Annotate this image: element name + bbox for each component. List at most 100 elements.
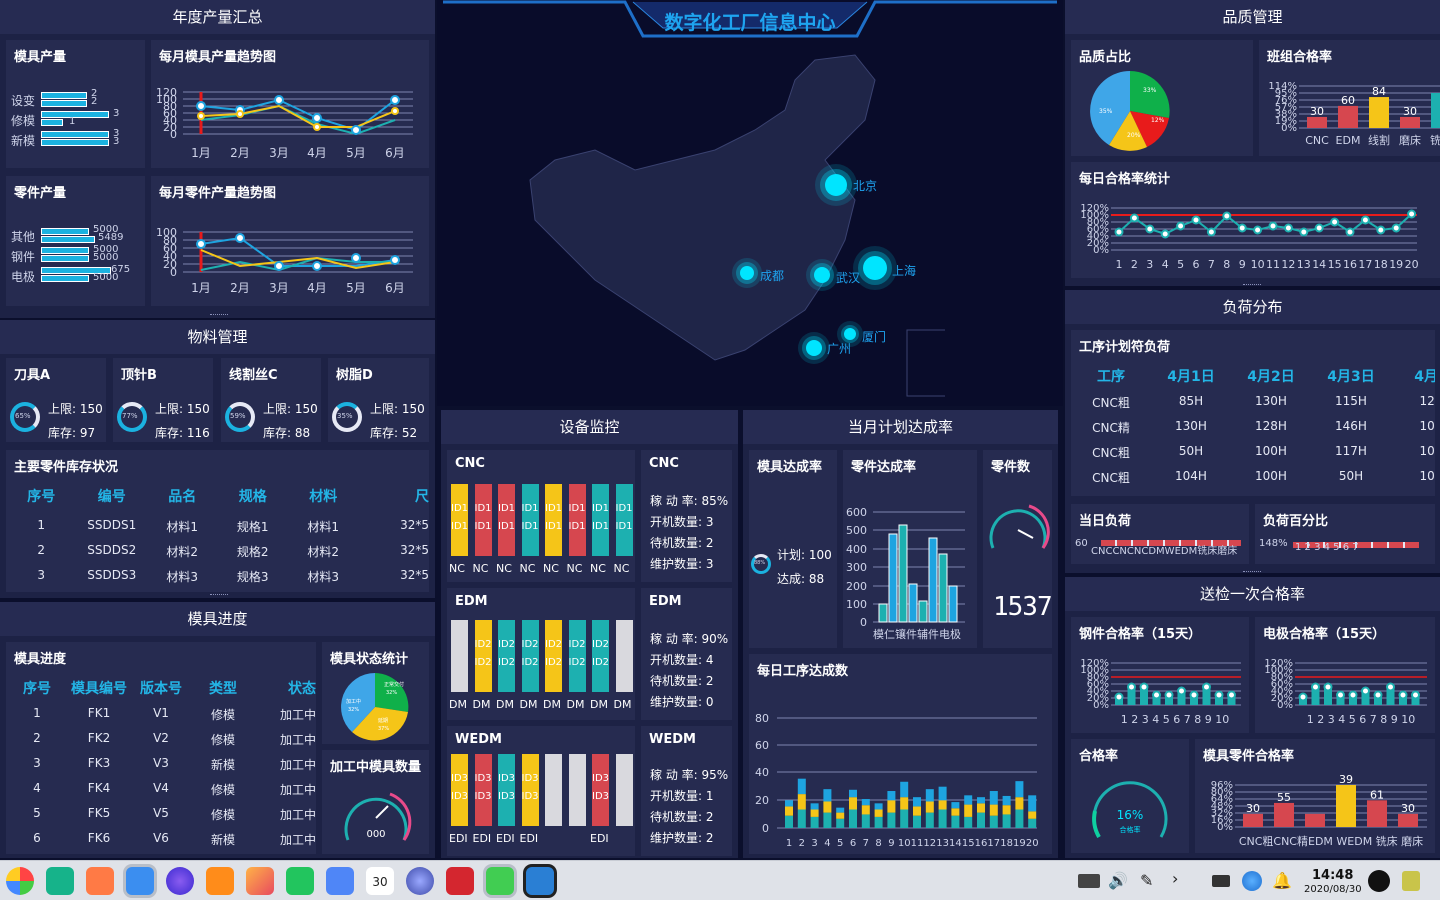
maint-count: 维护数量: 0 — [650, 695, 714, 709]
city-marker[interactable] — [863, 256, 887, 280]
device-bar[interactable]: ID3 ID3 — [451, 754, 468, 826]
stat-title: CNC — [649, 456, 679, 471]
device-bar[interactable]: ID2 ID2 — [498, 620, 515, 692]
music-icon[interactable] — [286, 867, 314, 895]
mold-output-title: 模具产量 — [14, 50, 67, 65]
material-upper: 上限: 150 — [263, 402, 318, 416]
x-ticks: CNCCNCNCDMWEDM铣床磨床 — [1091, 546, 1238, 557]
device-bar[interactable]: ID2 ID2 — [474, 620, 492, 692]
data-point — [1127, 682, 1136, 692]
device-bar[interactable] — [568, 754, 586, 826]
data-point — [1376, 225, 1386, 235]
notification-icon[interactable]: 🔔 — [1272, 871, 1292, 891]
calendar-icon[interactable]: 30 — [366, 867, 394, 895]
app-store-icon[interactable] — [86, 867, 114, 895]
table-row[interactable]: 6 FK6 V6 新模 加工中 — [6, 831, 316, 848]
file-manager-icon[interactable] — [126, 867, 154, 895]
photos-icon[interactable] — [246, 867, 274, 895]
bar-value: 3 — [113, 136, 120, 147]
bar — [1431, 93, 1440, 128]
device-bar[interactable]: ID2 ID2 — [568, 620, 586, 692]
material-item-d: 树脂D 35% 上限: 150 库存: 52 — [328, 358, 429, 442]
device-bar[interactable]: ID3 ID3 — [592, 754, 609, 826]
table-row[interactable]: 1 FK1 V1 修模 加工中 — [6, 706, 316, 723]
load-title: 负荷分布 — [1065, 290, 1440, 324]
tray-app-icon[interactable] — [1402, 871, 1420, 891]
clock-time[interactable]: 14:48 — [1312, 868, 1353, 883]
device-bar[interactable]: ID2 ID2 — [521, 620, 539, 692]
table-row[interactable]: CNC精130H128H146H100 — [1071, 419, 1435, 436]
stack-segment — [849, 789, 857, 798]
y-tick: 0 — [170, 128, 177, 141]
city-marker[interactable] — [806, 340, 822, 356]
table-row[interactable]: 3 SSDDS3 材料3 规格3 材料3 32*5 — [6, 568, 429, 585]
city-marker[interactable] — [825, 174, 847, 196]
table-row[interactable]: 3 FK3 V3 新模 加工中 — [6, 756, 316, 773]
power-icon[interactable] — [1368, 870, 1390, 892]
table-row[interactable]: 2 FK2 V2 修模 加工中 — [6, 731, 316, 748]
table-row[interactable]: CNC粗85H130H115H126 — [1071, 394, 1435, 411]
bar-value: 5000 — [93, 272, 119, 283]
device-bar[interactable]: ID1 ID1 — [451, 484, 468, 556]
device-bar[interactable]: ID1 ID1 — [521, 484, 539, 556]
document-icon[interactable] — [326, 867, 354, 895]
device-bar[interactable]: ID1 ID1 — [568, 484, 586, 556]
table-row[interactable]: 4 FK4 V4 修模 加工中 — [6, 781, 316, 798]
volume-icon[interactable]: 🔊 — [1108, 871, 1128, 891]
gauge-pct: 88% — [754, 560, 766, 566]
mold-trend-chart: 120100806040200 1月 2月 3月 4月 5月 6月 — [156, 86, 413, 160]
city-marker[interactable] — [844, 328, 856, 340]
qt-icon[interactable] — [486, 867, 514, 895]
table-row[interactable]: CNC粗104H100H50H100 — [1071, 469, 1435, 486]
device-axis-label: DM — [449, 698, 467, 711]
device-bar[interactable] — [545, 754, 562, 826]
city-label: 广州 — [827, 342, 852, 356]
terminal-icon[interactable] — [446, 867, 474, 895]
material-stock: 库存: 116 — [155, 426, 210, 440]
device-bar[interactable] — [615, 754, 633, 826]
input-method-icon[interactable] — [1212, 875, 1230, 887]
settings-icon[interactable] — [406, 867, 434, 895]
city-marker[interactable] — [740, 266, 754, 280]
pen-icon[interactable]: ✎ — [1140, 871, 1160, 891]
data-point — [1361, 686, 1370, 696]
daily-proc-chart: 806040200 1 2 3 4 5 6 7 8 9 10 11 12 13 14 15 16 17 18 19 2… — [755, 712, 1039, 849]
dashboard-app-icon[interactable] — [526, 867, 554, 895]
table-row[interactable]: 1 SSDDS1 材料1 规格1 材料1 32*5 — [6, 518, 429, 535]
stack-segment — [874, 816, 883, 828]
x-tick: 10 — [898, 838, 911, 849]
device-cnc-stats: CNC 稼 动 率: 85% 开机数量: 3 待机数量: 2 维护数量: 3 — [641, 450, 732, 582]
device-bar[interactable]: ID2 ID2 — [592, 620, 609, 692]
launcher-icon[interactable] — [6, 867, 34, 895]
device-bar[interactable]: ID2 ID2 — [545, 620, 562, 692]
clock-date[interactable]: 2020/08/30 — [1304, 884, 1362, 895]
device-bar[interactable] — [615, 620, 633, 692]
city-marker[interactable] — [814, 267, 830, 283]
device-bar[interactable]: ID1 ID1 — [615, 484, 633, 556]
device-axis-label: NC — [519, 562, 536, 575]
device-bar[interactable]: ID3 ID3 — [521, 754, 539, 826]
device-bar[interactable]: ID3 ID3 — [474, 754, 492, 826]
table-row[interactable]: 5 FK5 V5 修模 加工中 — [6, 806, 316, 823]
device-bar[interactable]: ID1 ID1 — [545, 484, 562, 556]
shop-icon[interactable] — [206, 867, 234, 895]
device-bar[interactable]: ID1 ID1 — [592, 484, 609, 556]
network-icon[interactable] — [1242, 871, 1262, 891]
device-bar[interactable]: ID1 ID1 — [474, 484, 492, 556]
mold-part-chart: 96%80%64%48%32%16%0% CNC粗CNC精EDM WEDM 铣床… — [1211, 775, 1427, 848]
browser-icon[interactable] — [166, 867, 194, 895]
maint-count: 维护数量: 3 — [650, 557, 714, 571]
device-bar[interactable]: ID1 ID1 — [498, 484, 515, 556]
chevron-right-icon[interactable]: › — [1172, 869, 1188, 889]
table-row[interactable]: CNC粗50H100H117H100 — [1071, 444, 1435, 461]
keyboard-icon[interactable] — [1078, 874, 1100, 888]
taskbar: 30 🔊 ✎ › 🔔 14:48 2020/08/30 — [0, 860, 1440, 900]
y-tick: 0 — [860, 616, 867, 629]
table-row[interactable]: 2 SSDDS2 材料2 规格2 材料2 32*5 — [6, 543, 429, 560]
device-bar[interactable] — [451, 620, 468, 692]
device-bar[interactable]: ID3 ID3 — [498, 754, 515, 826]
mold-trend-title: 每月模具产量趋势图 — [159, 50, 277, 65]
x-label: 模仁镶件辅件电极 — [873, 627, 961, 641]
multitask-icon[interactable] — [46, 867, 74, 895]
stack-segment — [823, 801, 832, 813]
